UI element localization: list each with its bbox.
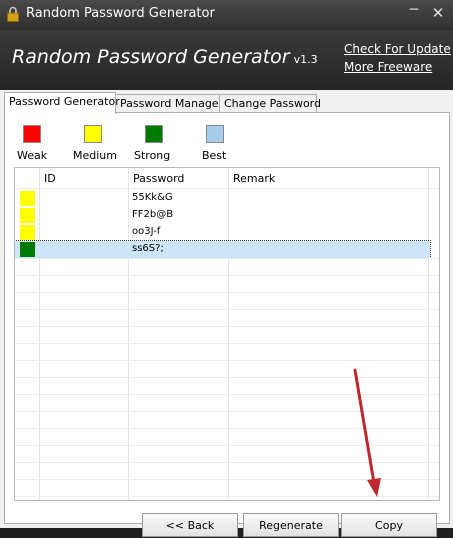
grid-line <box>15 394 439 395</box>
grid-line <box>15 343 439 344</box>
main-body: Password Generator Password Manager Chan… <box>0 90 453 537</box>
back-button[interactable]: << Back <box>142 513 238 537</box>
grid-line <box>15 326 439 327</box>
tab-password-manager[interactable]: Password Manager <box>115 94 223 113</box>
grid-line <box>15 445 439 446</box>
header-divider <box>15 188 439 189</box>
table-row[interactable]: 55Kk&G <box>15 190 430 207</box>
lock-icon <box>7 6 19 22</box>
legend-strong-label: Strong <box>134 149 171 162</box>
grid-line <box>15 479 439 480</box>
table-row[interactable]: oo3J-f <box>15 224 430 241</box>
grid-line <box>15 292 439 293</box>
tab-change-password[interactable]: Change Password <box>219 94 321 113</box>
legend-medium-swatch <box>84 125 102 143</box>
password-cell: FF2b@B <box>132 209 174 220</box>
grid-line <box>15 496 439 497</box>
regenerate-button[interactable]: Regenerate <box>243 513 339 537</box>
password-cell: oo3J-f <box>132 226 161 237</box>
legend-best-swatch <box>206 125 224 143</box>
strength-indicator <box>20 191 35 206</box>
password-cell: ss6S?; <box>132 243 164 254</box>
grid-line <box>15 360 439 361</box>
password-generator-panel: Weak Medium Strong Best ID Password Rema… <box>4 112 450 537</box>
legend-weak-swatch <box>23 125 41 143</box>
grid-line <box>15 377 439 378</box>
app-title: Random Password Generator v1.3 <box>12 46 318 68</box>
legend-best-label: Best <box>202 149 227 162</box>
legend-weak-label: Weak <box>17 149 48 162</box>
column-header-remark[interactable]: Remark <box>233 172 275 185</box>
table-row[interactable]: ss6S?; <box>15 240 431 259</box>
header-banner: Random Password Generator v1.3 Check For … <box>0 30 453 90</box>
tab-password-generator[interactable]: Password Generator <box>4 92 120 114</box>
password-cell: 55Kk&G <box>132 192 173 203</box>
grid-line <box>15 462 439 463</box>
close-button[interactable]: ✕ <box>428 2 448 24</box>
grid-line <box>15 309 439 310</box>
grid-line <box>15 428 439 429</box>
grid-line <box>15 411 439 412</box>
column-header-password[interactable]: Password <box>133 172 184 185</box>
title-bar: Random Password Generator ─ ✕ <box>0 0 453 30</box>
strength-indicator <box>20 242 35 257</box>
strength-indicator <box>20 225 35 240</box>
copy-button[interactable]: Copy <box>341 513 437 537</box>
app-title-text: Random Password Generator <box>12 46 290 68</box>
grid-line <box>15 258 439 259</box>
window-title: Random Password Generator <box>26 6 215 21</box>
legend-strong-swatch <box>145 125 163 143</box>
check-for-update-link[interactable]: Check For Update <box>344 42 451 56</box>
app-version: v1.3 <box>293 53 318 66</box>
password-table[interactable]: ID Password Remark 55Kk&G FF2b@B oo3J-f ss6… <box>14 167 440 501</box>
strength-indicator <box>20 208 35 223</box>
grid-line <box>15 275 439 276</box>
minimize-button[interactable]: ─ <box>404 2 424 24</box>
more-freeware-link[interactable]: More Freeware <box>344 60 432 74</box>
table-row[interactable]: FF2b@B <box>15 207 430 224</box>
legend-medium-label: Medium <box>73 149 117 162</box>
column-header-id[interactable]: ID <box>44 172 56 185</box>
